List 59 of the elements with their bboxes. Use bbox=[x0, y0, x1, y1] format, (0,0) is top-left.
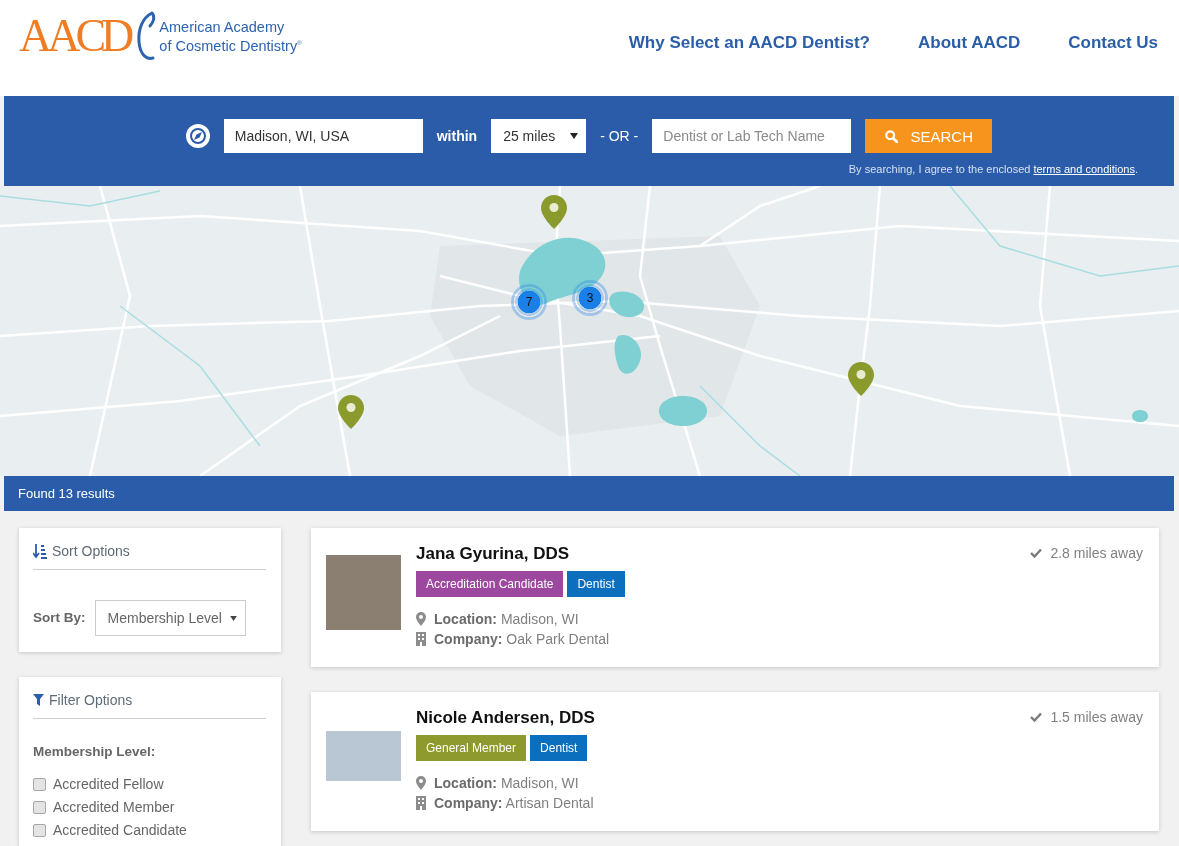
building-icon bbox=[416, 796, 426, 810]
sort-label: Sort By: bbox=[33, 610, 86, 626]
checkbox[interactable] bbox=[33, 823, 46, 837]
logo-text: American Academy bbox=[159, 18, 286, 35]
radius-select[interactable]: 25 miles bbox=[491, 119, 587, 153]
checkbox-label[interactable]: Accredited Candidate bbox=[53, 821, 187, 839]
results-bar: Found 13 results bbox=[4, 476, 1174, 511]
distance-text: 1.5 miles away bbox=[1050, 709, 1143, 725]
nav-link[interactable]: Why Select an AACD Dentist? bbox=[628, 33, 870, 53]
search-icon bbox=[884, 129, 898, 143]
compass-icon[interactable] bbox=[185, 124, 210, 148]
logo-text: of Cosmetic Dentistry$^{®}$ bbox=[159, 36, 302, 54]
within-label: within bbox=[436, 128, 478, 144]
check-icon bbox=[1030, 712, 1043, 722]
check-icon bbox=[1030, 548, 1043, 558]
sort-icon bbox=[33, 543, 47, 559]
company-text: Company: Artisan Dental bbox=[434, 795, 594, 811]
or-label: - OR - bbox=[600, 128, 639, 144]
checkbox-label[interactable]: Accredited Fellow bbox=[53, 775, 164, 793]
nav-link[interactable]: Contact Us bbox=[1068, 33, 1158, 53]
location-text: Location: Madison, WI bbox=[434, 611, 579, 627]
checkbox[interactable] bbox=[33, 800, 46, 814]
lake bbox=[659, 396, 707, 426]
logo-mark: AACD bbox=[19, 13, 131, 59]
badge: General Member bbox=[416, 735, 527, 761]
name-input[interactable]: Dentist or Lab Tech Name bbox=[652, 119, 852, 153]
location-pin-icon bbox=[416, 612, 426, 626]
map-pin-icon[interactable] bbox=[338, 395, 364, 429]
badge: Accreditation Candidate bbox=[416, 571, 564, 597]
caret-icon bbox=[570, 133, 579, 139]
distance-text: 2.8 miles away bbox=[1050, 545, 1143, 561]
sort-select[interactable]: Membership Level bbox=[94, 600, 246, 636]
nav-link[interactable]: About AACD bbox=[917, 33, 1021, 53]
location-text: Location: Madison, WI bbox=[434, 775, 579, 791]
lake bbox=[609, 291, 645, 318]
lake bbox=[614, 335, 641, 374]
checkbox-label[interactable]: Accredited Member bbox=[53, 798, 175, 816]
caret-icon bbox=[229, 615, 237, 621]
panel-title: Filter Options bbox=[49, 691, 133, 710]
dentist-name[interactable]: Nicole Andersen, DDS bbox=[416, 707, 595, 729]
badge: Dentist bbox=[530, 735, 588, 761]
terms-notice: By searching, I agree to the enclosed terms and conditions. bbox=[848, 162, 1138, 176]
badge: Dentist bbox=[567, 571, 625, 597]
filter-group-label: Membership Level: bbox=[33, 744, 156, 760]
location-pin-icon bbox=[416, 776, 426, 790]
filter-icon bbox=[33, 694, 44, 706]
location-input[interactable]: Madison, WI, USA bbox=[223, 119, 423, 153]
panel-title: Sort Options bbox=[52, 542, 130, 561]
terms-link[interactable]: terms and conditions bbox=[1033, 163, 1135, 175]
swoosh-icon bbox=[136, 10, 157, 62]
map-pin-icon[interactable] bbox=[541, 195, 567, 229]
cluster-marker[interactable]: 7 bbox=[511, 284, 547, 320]
building-icon bbox=[416, 632, 426, 646]
lake bbox=[1132, 410, 1148, 422]
map-pin-icon[interactable] bbox=[848, 362, 874, 396]
company-text: Company: Oak Park Dental bbox=[434, 631, 610, 647]
cluster-marker[interactable]: 3 bbox=[572, 280, 608, 316]
checkbox[interactable] bbox=[33, 777, 46, 791]
dentist-name[interactable]: Jana Gyurina, DDS bbox=[416, 543, 570, 565]
